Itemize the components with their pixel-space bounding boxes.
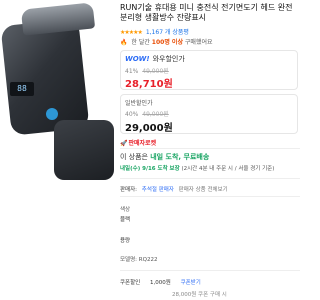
- purchase-count-row: 🔥 한 달간 100명 이상 구매했어요: [120, 37, 213, 46]
- rating-row[interactable]: ★★★★★ 1,167 개 상품평: [120, 27, 189, 36]
- rocket-icon: 🚀: [120, 140, 128, 147]
- rocket-label: 판매자로켓: [128, 140, 157, 147]
- wow-discount-row: 41% 49,000원: [125, 66, 169, 75]
- wow-label-text: 와우할인가: [152, 55, 185, 63]
- fire-icon: 🔥: [120, 39, 128, 46]
- shaver-body-graphic: [0, 18, 90, 136]
- star-rating-icon: ★★★★★: [120, 29, 143, 36]
- delivery-highlight: 내일 도착, 무료배송: [150, 153, 210, 161]
- purchased-count: 100명 이상: [151, 39, 183, 46]
- coupon-download-button[interactable]: 쿠폰받기: [181, 280, 201, 286]
- divider: [120, 270, 300, 271]
- delivery-guarantee: 내일(수) 9/16 도착 보장: [120, 166, 180, 172]
- model-label: 모델명:: [120, 257, 138, 263]
- wow-price-box[interactable]: WOW! 와우할인가 41% 49,000원 28,710원: [120, 50, 298, 90]
- purchased-prefix: 한 달간: [131, 39, 150, 46]
- wow-original-price: 49,000원: [142, 68, 169, 75]
- battery-display: 88: [10, 82, 34, 96]
- divider: [120, 196, 300, 197]
- wow-discount-pct: 41%: [125, 68, 139, 75]
- normal-original-price: 49,000원: [142, 111, 169, 118]
- power-button-graphic: [46, 108, 58, 120]
- seller-label: 판매자:: [120, 187, 138, 193]
- seller-products-link[interactable]: 판매자 상품 전체보기: [179, 187, 228, 193]
- shaver-head-graphic: [20, 2, 96, 36]
- divider: [120, 178, 300, 179]
- normal-discount-pct: 40%: [125, 111, 139, 118]
- wow-price-label: WOW! 와우할인가: [125, 54, 185, 64]
- delivery-summary: 이 상품은 내일 도착, 무료배송: [120, 152, 209, 162]
- delivery-condition: (2시간 4분 내 주문 시 / 서울 경기 기준): [181, 166, 275, 172]
- normal-price-label: 일반할인가: [125, 100, 153, 107]
- normal-discount-row: 40% 49,000원: [125, 109, 169, 118]
- review-count-link[interactable]: 1,167 개 상품평: [146, 29, 189, 36]
- wow-brand: WOW!: [125, 55, 150, 63]
- product-image[interactable]: 88: [0, 0, 118, 300]
- wow-price: 28,710원: [125, 79, 173, 90]
- normal-price: 29,000원: [125, 123, 173, 134]
- seller-rocket-badge: 🚀판매자로켓: [120, 138, 156, 147]
- option-value-capacity[interactable]: 용량: [120, 236, 130, 244]
- divider: [120, 148, 300, 149]
- model-row: 모델명: RQ222: [120, 255, 157, 263]
- shaver-cap-graphic: [54, 120, 114, 180]
- coupon-amount: 1,000원: [150, 280, 171, 286]
- purchased-suffix: 구매했어요: [184, 39, 213, 46]
- seller-name-link[interactable]: 추석절 판매자: [142, 187, 174, 193]
- option-value-color[interactable]: 블랙: [120, 215, 130, 223]
- model-value: RQ222: [138, 257, 158, 263]
- option-label-color: 색상: [120, 207, 131, 213]
- delivery-detail: 내일(수) 9/16 도착 보장 (2시간 4분 내 주문 시 / 서울 경기 …: [120, 164, 274, 172]
- coupon-label: 쿠폰할인: [120, 280, 141, 286]
- product-info-panel: RUN기술 휴대용 미니 충전식 전기면도기 헤드 완전분리형 생활방수 잔량표…: [120, 0, 300, 300]
- coupon-after-price: 28,000원 쿠폰 구매 시: [172, 292, 227, 298]
- normal-price-box[interactable]: 일반할인가 40% 49,000원 29,000원: [120, 94, 298, 134]
- delivery-prefix: 이 상품은: [120, 153, 148, 161]
- coupon-row: 쿠폰할인 1,000원 쿠폰받기: [120, 278, 201, 286]
- seller-row: 판매자: 추석절 판매자 판매자 상품 전체보기: [120, 185, 228, 193]
- product-title: RUN기술 휴대용 미니 충전식 전기면도기 헤드 완전분리형 생활방수 잔량표…: [120, 3, 293, 22]
